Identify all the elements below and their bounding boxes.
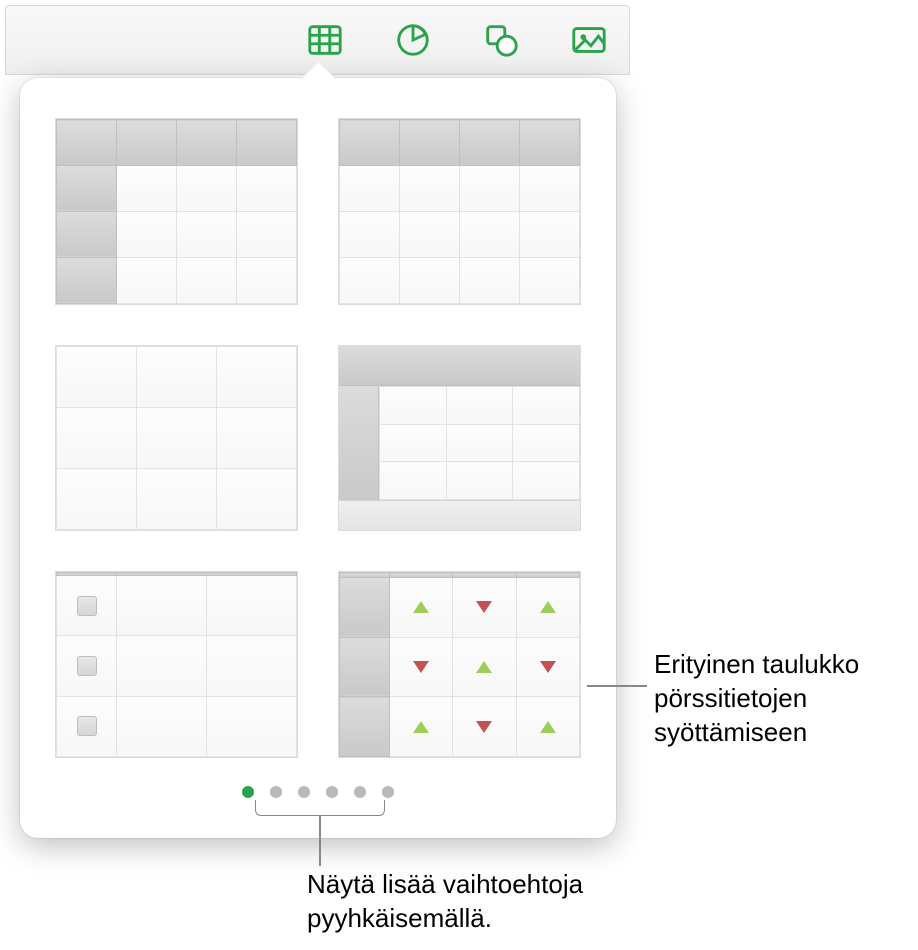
table-style-checkbox[interactable]: [55, 571, 298, 758]
callout-bracket: [255, 800, 385, 816]
callout-stock-text: Erityinen taulukko pörssitietojen syöttä…: [654, 648, 914, 749]
table-styles-popover: [20, 78, 616, 838]
media-icon: [570, 21, 608, 59]
insert-chart-button[interactable]: [383, 10, 443, 70]
table-style-stock[interactable]: [338, 571, 581, 758]
page-dot-3[interactable]: [298, 786, 310, 798]
page-dot-5[interactable]: [354, 786, 366, 798]
page-dot-6[interactable]: [382, 786, 394, 798]
callout-swipe-text: Näytä lisää vaihtoehtoja pyyhkäisemällä.: [307, 868, 707, 936]
insert-shape-button[interactable]: [471, 10, 531, 70]
table-style-header-row-col[interactable]: [55, 118, 298, 305]
page-indicator[interactable]: [55, 786, 581, 798]
table-style-banded[interactable]: [338, 345, 581, 532]
callout-lead-line: [587, 685, 647, 687]
insert-table-button[interactable]: [295, 10, 355, 70]
page-dot-4[interactable]: [326, 786, 338, 798]
callout-bracket-stem: [319, 816, 321, 866]
page-dot-2[interactable]: [270, 786, 282, 798]
table-style-header-row[interactable]: [338, 118, 581, 305]
shape-icon: [482, 21, 520, 59]
table-styles-grid: [55, 118, 581, 758]
table-style-plain[interactable]: [55, 345, 298, 532]
page-dot-1[interactable]: [242, 786, 254, 798]
table-icon: [306, 21, 344, 59]
insert-media-button[interactable]: [559, 10, 619, 70]
chart-icon: [394, 21, 432, 59]
